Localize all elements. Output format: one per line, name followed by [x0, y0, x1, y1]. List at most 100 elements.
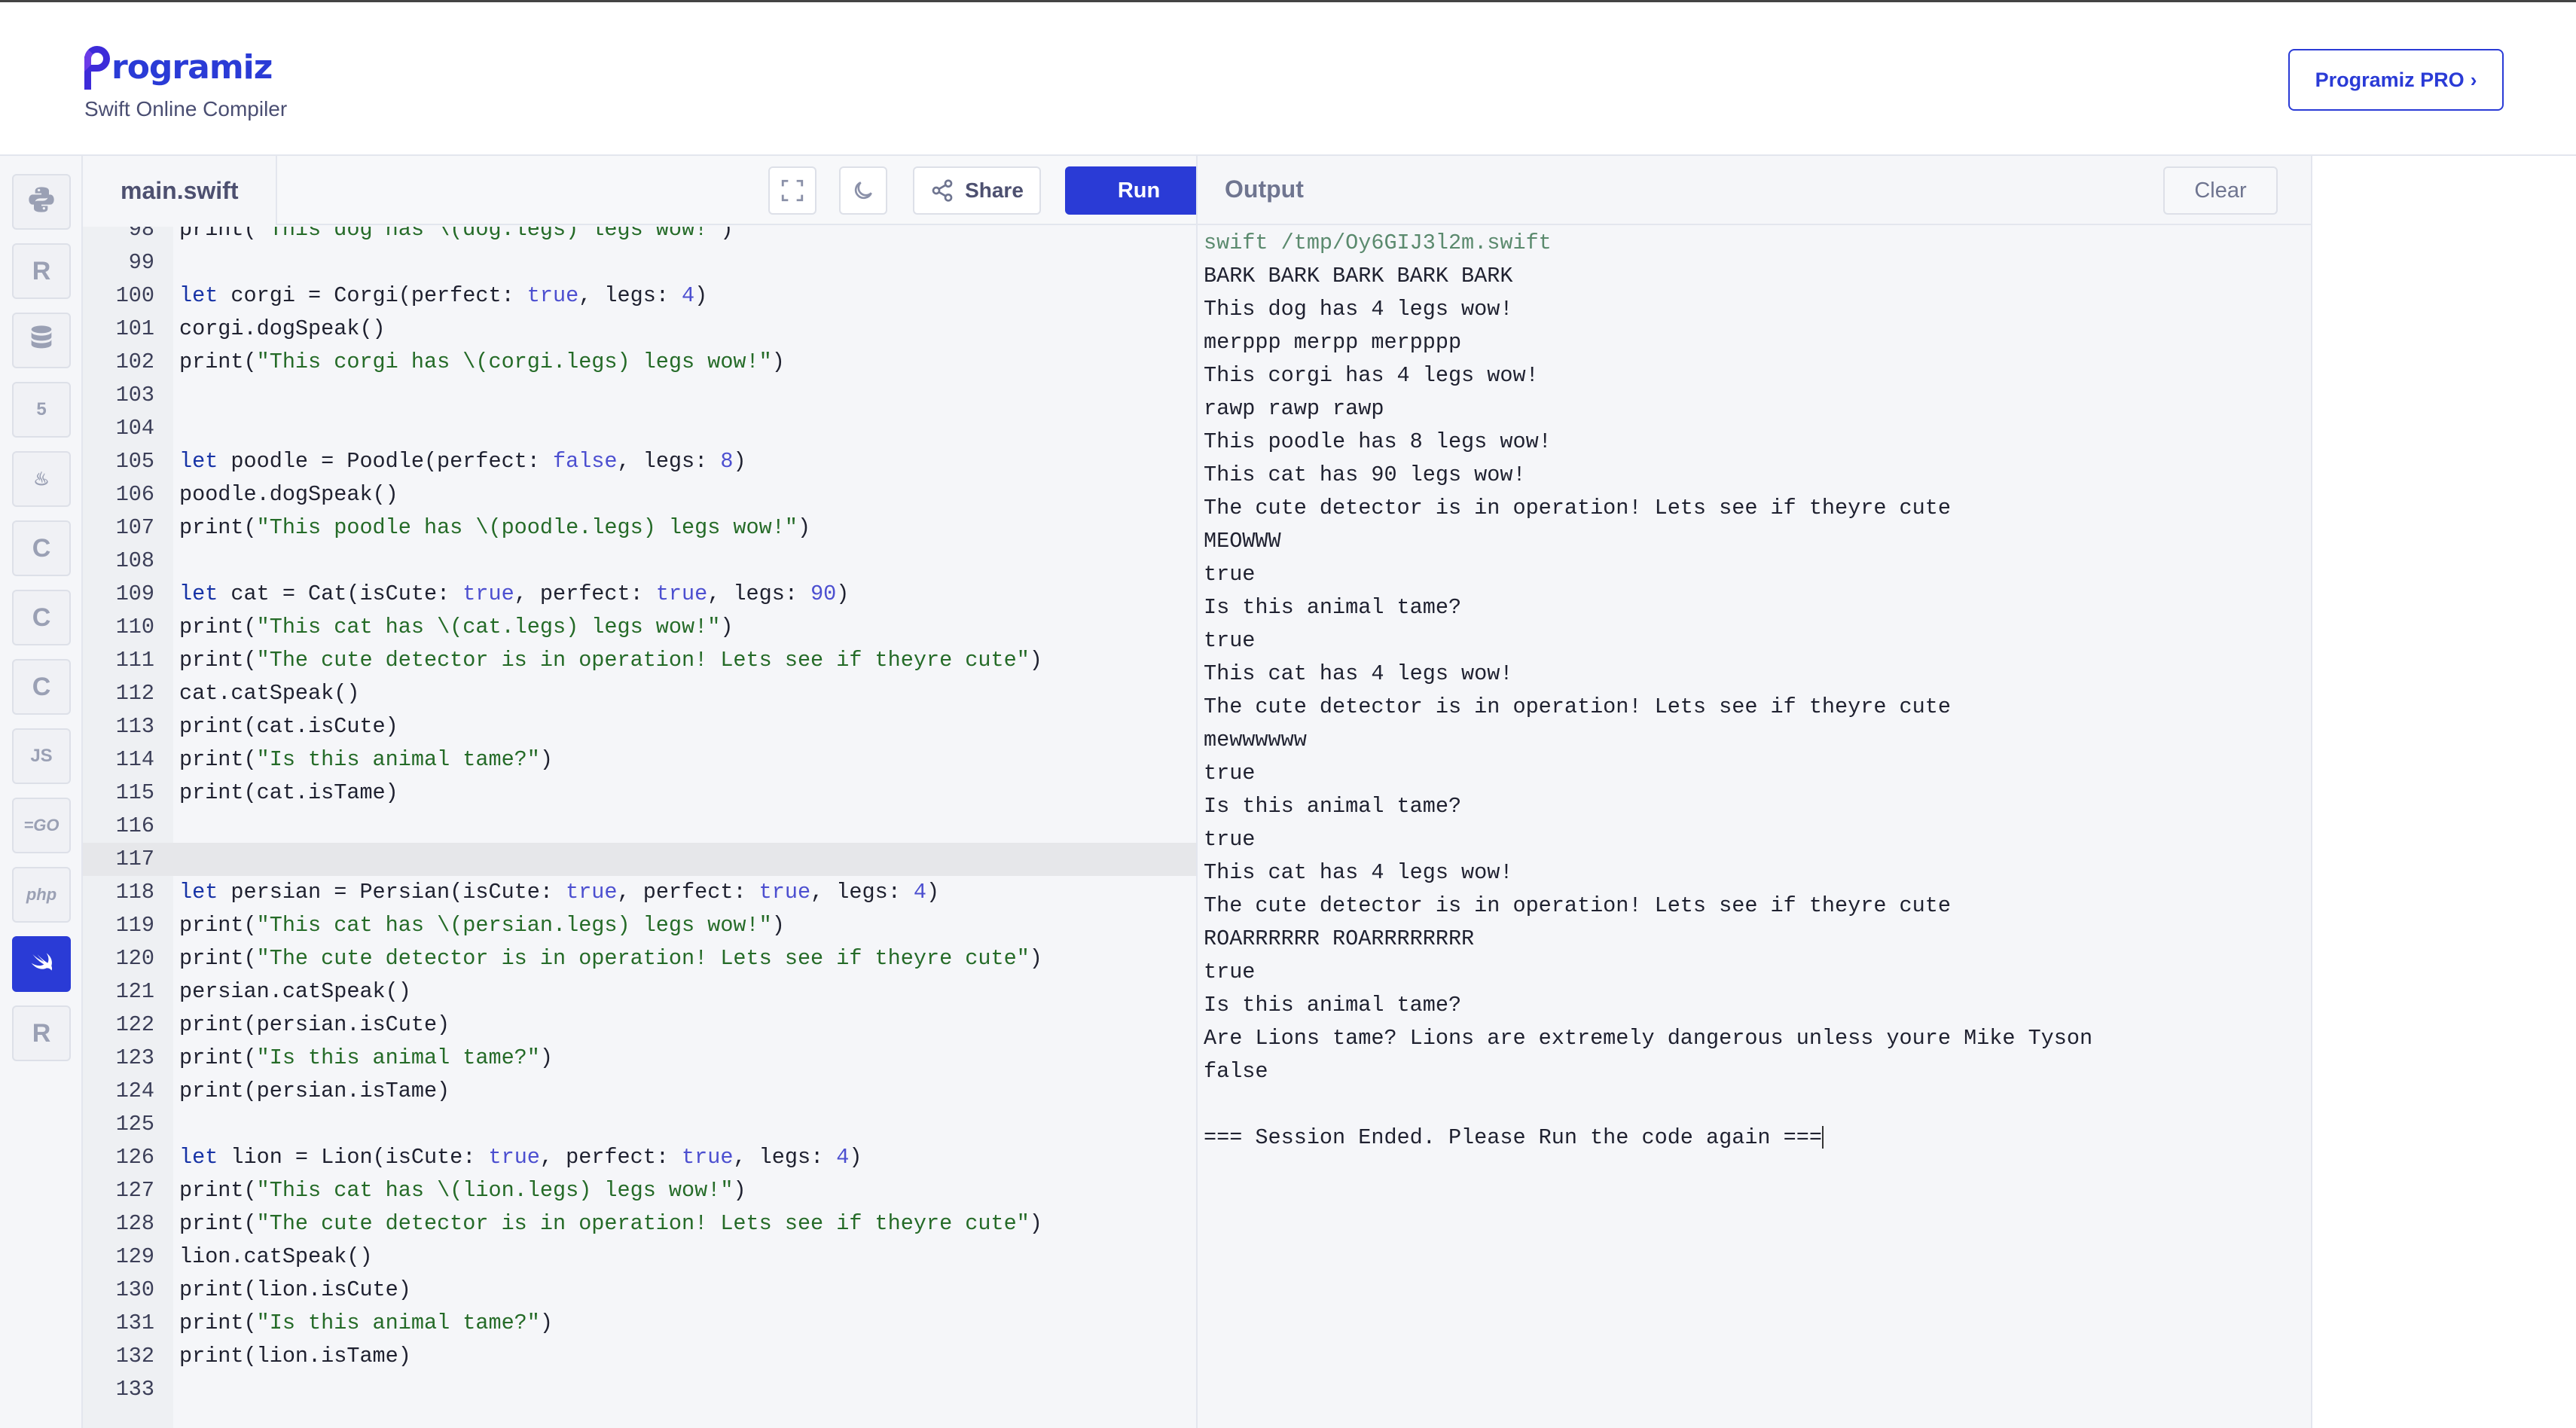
code-line[interactable]: 101 corgi.dogSpeak() — [83, 313, 1196, 346]
code-line[interactable]: 128 print("The cute detector is in operat… — [83, 1207, 1196, 1240]
code-line[interactable]: 99 — [83, 246, 1196, 279]
code-line[interactable]: 129 lion.catSpeak() — [83, 1240, 1196, 1274]
code-line[interactable]: 127 print("This cat has \(lion.legs) legs… — [83, 1174, 1196, 1207]
line-number: 118 — [115, 880, 154, 905]
language-php-button[interactable]: php — [12, 867, 71, 923]
language-swift-button[interactable] — [12, 936, 71, 992]
code-line[interactable]: 119 print("This cat has \(persian.legs) l… — [83, 909, 1196, 942]
code-line[interactable]: 116 — [83, 810, 1196, 843]
code-text: print("Is this animal tame?") — [179, 1311, 553, 1335]
code-text: print("The cute detector is in operation… — [179, 648, 1042, 673]
line-number: 104 — [115, 416, 154, 441]
code-line[interactable]: 111 print("The cute detector is in operat… — [83, 644, 1196, 677]
run-button[interactable]: Run — [1065, 166, 1196, 215]
output-line: The cute detector is in operation! Lets … — [1204, 496, 1951, 520]
file-tab-main-swift[interactable]: main.swift — [83, 156, 277, 225]
fullscreen-icon — [781, 179, 804, 202]
code-line[interactable]: 105 let poodle = Poodle(perfect: false, l… — [83, 445, 1196, 478]
code-line[interactable]: 130 print(lion.isCute) — [83, 1274, 1196, 1307]
rust-icon: R — [32, 1018, 51, 1048]
language-java-button[interactable]: ♨ — [12, 451, 71, 507]
code-line[interactable]: 117 — [83, 843, 1196, 876]
language-javascript-button[interactable]: JS — [12, 728, 71, 784]
code-line[interactable]: 121 persian.catSpeak() — [83, 975, 1196, 1008]
code-line[interactable]: 100 let corgi = Corgi(perfect: true, legs… — [83, 279, 1196, 313]
programiz-pro-button[interactable]: Programiz PRO › — [2288, 49, 2504, 111]
code-text: print(lion.isTame) — [179, 1344, 411, 1368]
line-number: 111 — [115, 648, 154, 673]
language-sql-button[interactable] — [12, 313, 71, 368]
output-title: Output — [1225, 175, 1304, 203]
programiz-logo-mark-icon — [84, 46, 110, 90]
code-line[interactable]: 104 — [83, 412, 1196, 445]
language-cpp-button[interactable]: C — [12, 590, 71, 645]
code-text: cat.catSpeak() — [179, 681, 360, 706]
language-go-button[interactable]: =GO — [12, 798, 71, 853]
output-panel: Output Clear swift /tmp/Oy6GIJ3l2m.swift… — [1198, 156, 2312, 1428]
line-number: 126 — [115, 1145, 154, 1170]
code-line[interactable]: 132 print(lion.isTame) — [83, 1340, 1196, 1373]
code-text: print("Is this animal tame?") — [179, 1045, 553, 1070]
line-number: 100 — [115, 283, 154, 308]
code-line[interactable]: 102 print("This corgi has \(corgi.legs) l… — [83, 346, 1196, 379]
code-line[interactable]: 131 print("Is this animal tame?") — [83, 1307, 1196, 1340]
output-line: This cat has 4 legs wow! — [1204, 860, 1513, 885]
code-line[interactable]: 98 print("This dog has \(dog.legs) legs w… — [83, 227, 1196, 246]
code-line[interactable]: 123 print("Is this animal tame?") — [83, 1042, 1196, 1075]
output-line: Are Lions tame? Lions are extremely dang… — [1204, 1026, 2093, 1051]
code-line[interactable]: 125 — [83, 1108, 1196, 1141]
code-line[interactable]: 114 print("Is this animal tame?") — [83, 743, 1196, 777]
code-text: print("This cat has \(lion.legs) legs wo… — [179, 1178, 746, 1203]
code-line[interactable]: 106 poodle.dogSpeak() — [83, 478, 1196, 511]
line-number: 131 — [115, 1311, 154, 1335]
programiz-logo[interactable]: rogramiz — [84, 41, 273, 90]
code-line[interactable]: 120 print("The cute detector is in operat… — [83, 942, 1196, 975]
code-text: lion.catSpeak() — [179, 1244, 373, 1269]
line-number: 108 — [115, 548, 154, 573]
language-csharp-button[interactable]: C — [12, 659, 71, 715]
code-line[interactable]: 115 print(cat.isTame) — [83, 777, 1196, 810]
line-number: 103 — [115, 383, 154, 407]
code-line[interactable]: 113 print(cat.isCute) — [83, 710, 1196, 743]
language-r-button[interactable]: R — [12, 243, 71, 299]
share-icon — [932, 179, 953, 202]
output-line: true — [1204, 562, 1256, 587]
output-line: The cute detector is in operation! Lets … — [1204, 893, 1951, 918]
editor-toolbar: main.swift Share Run — [83, 156, 1196, 225]
code-line[interactable]: 108 — [83, 545, 1196, 578]
code-line[interactable]: 126 let lion = Lion(isCute: true, perfect… — [83, 1141, 1196, 1174]
php-icon: php — [26, 885, 57, 904]
code-text: print("The cute detector is in operation… — [179, 1211, 1042, 1236]
language-c-button[interactable]: C — [12, 520, 71, 576]
fullscreen-button[interactable] — [768, 166, 816, 215]
output-command-line: swift /tmp/Oy6GIJ3l2m.swift — [1204, 230, 1552, 255]
dark-mode-toggle[interactable] — [839, 166, 887, 215]
line-number: 99 — [128, 250, 154, 275]
language-html-button[interactable]: 5 — [12, 382, 71, 438]
html5-icon: 5 — [36, 399, 47, 420]
code-line[interactable]: 110 print("This cat has \(cat.legs) legs … — [83, 611, 1196, 644]
code-text: print("This cat has \(cat.legs) legs wow… — [179, 615, 734, 639]
page-subtitle: Swift Online Compiler — [84, 97, 288, 121]
code-line[interactable]: 107 print("This poodle has \(poodle.legs)… — [83, 511, 1196, 545]
code-text: print("This cat has \(persian.legs) legs… — [179, 913, 785, 938]
code-text: let corgi = Corgi(perfect: true, legs: 4… — [179, 283, 708, 308]
output-line: true — [1204, 827, 1256, 852]
code-line[interactable]: 109 let cat = Cat(isCute: true, perfect: … — [83, 578, 1196, 611]
code-line[interactable]: 124 print(persian.isTame) — [83, 1075, 1196, 1108]
language-rust-button[interactable]: R — [12, 1005, 71, 1061]
code-line[interactable]: 122 print(persian.isCute) — [83, 1008, 1196, 1042]
clear-button[interactable]: Clear — [2163, 166, 2278, 215]
code-line[interactable]: 112 cat.catSpeak() — [83, 677, 1196, 710]
code-area[interactable]: 98 print("This dog has \(dog.legs) legs w… — [83, 227, 1196, 1428]
share-button[interactable]: Share — [913, 166, 1041, 215]
code-line[interactable]: 103 — [83, 379, 1196, 412]
code-line[interactable]: 118 let persian = Persian(isCute: true, p… — [83, 876, 1196, 909]
code-line[interactable]: 133 — [83, 1373, 1196, 1406]
output-line: true — [1204, 628, 1256, 653]
output-line: ROARRRRRR ROARRRRRRRR — [1204, 926, 1475, 951]
output-console[interactable]: swift /tmp/Oy6GIJ3l2m.swift BARK BARK BA… — [1204, 227, 2303, 1155]
language-python-button[interactable] — [12, 174, 71, 230]
code-text: print(cat.isTame) — [179, 780, 398, 805]
